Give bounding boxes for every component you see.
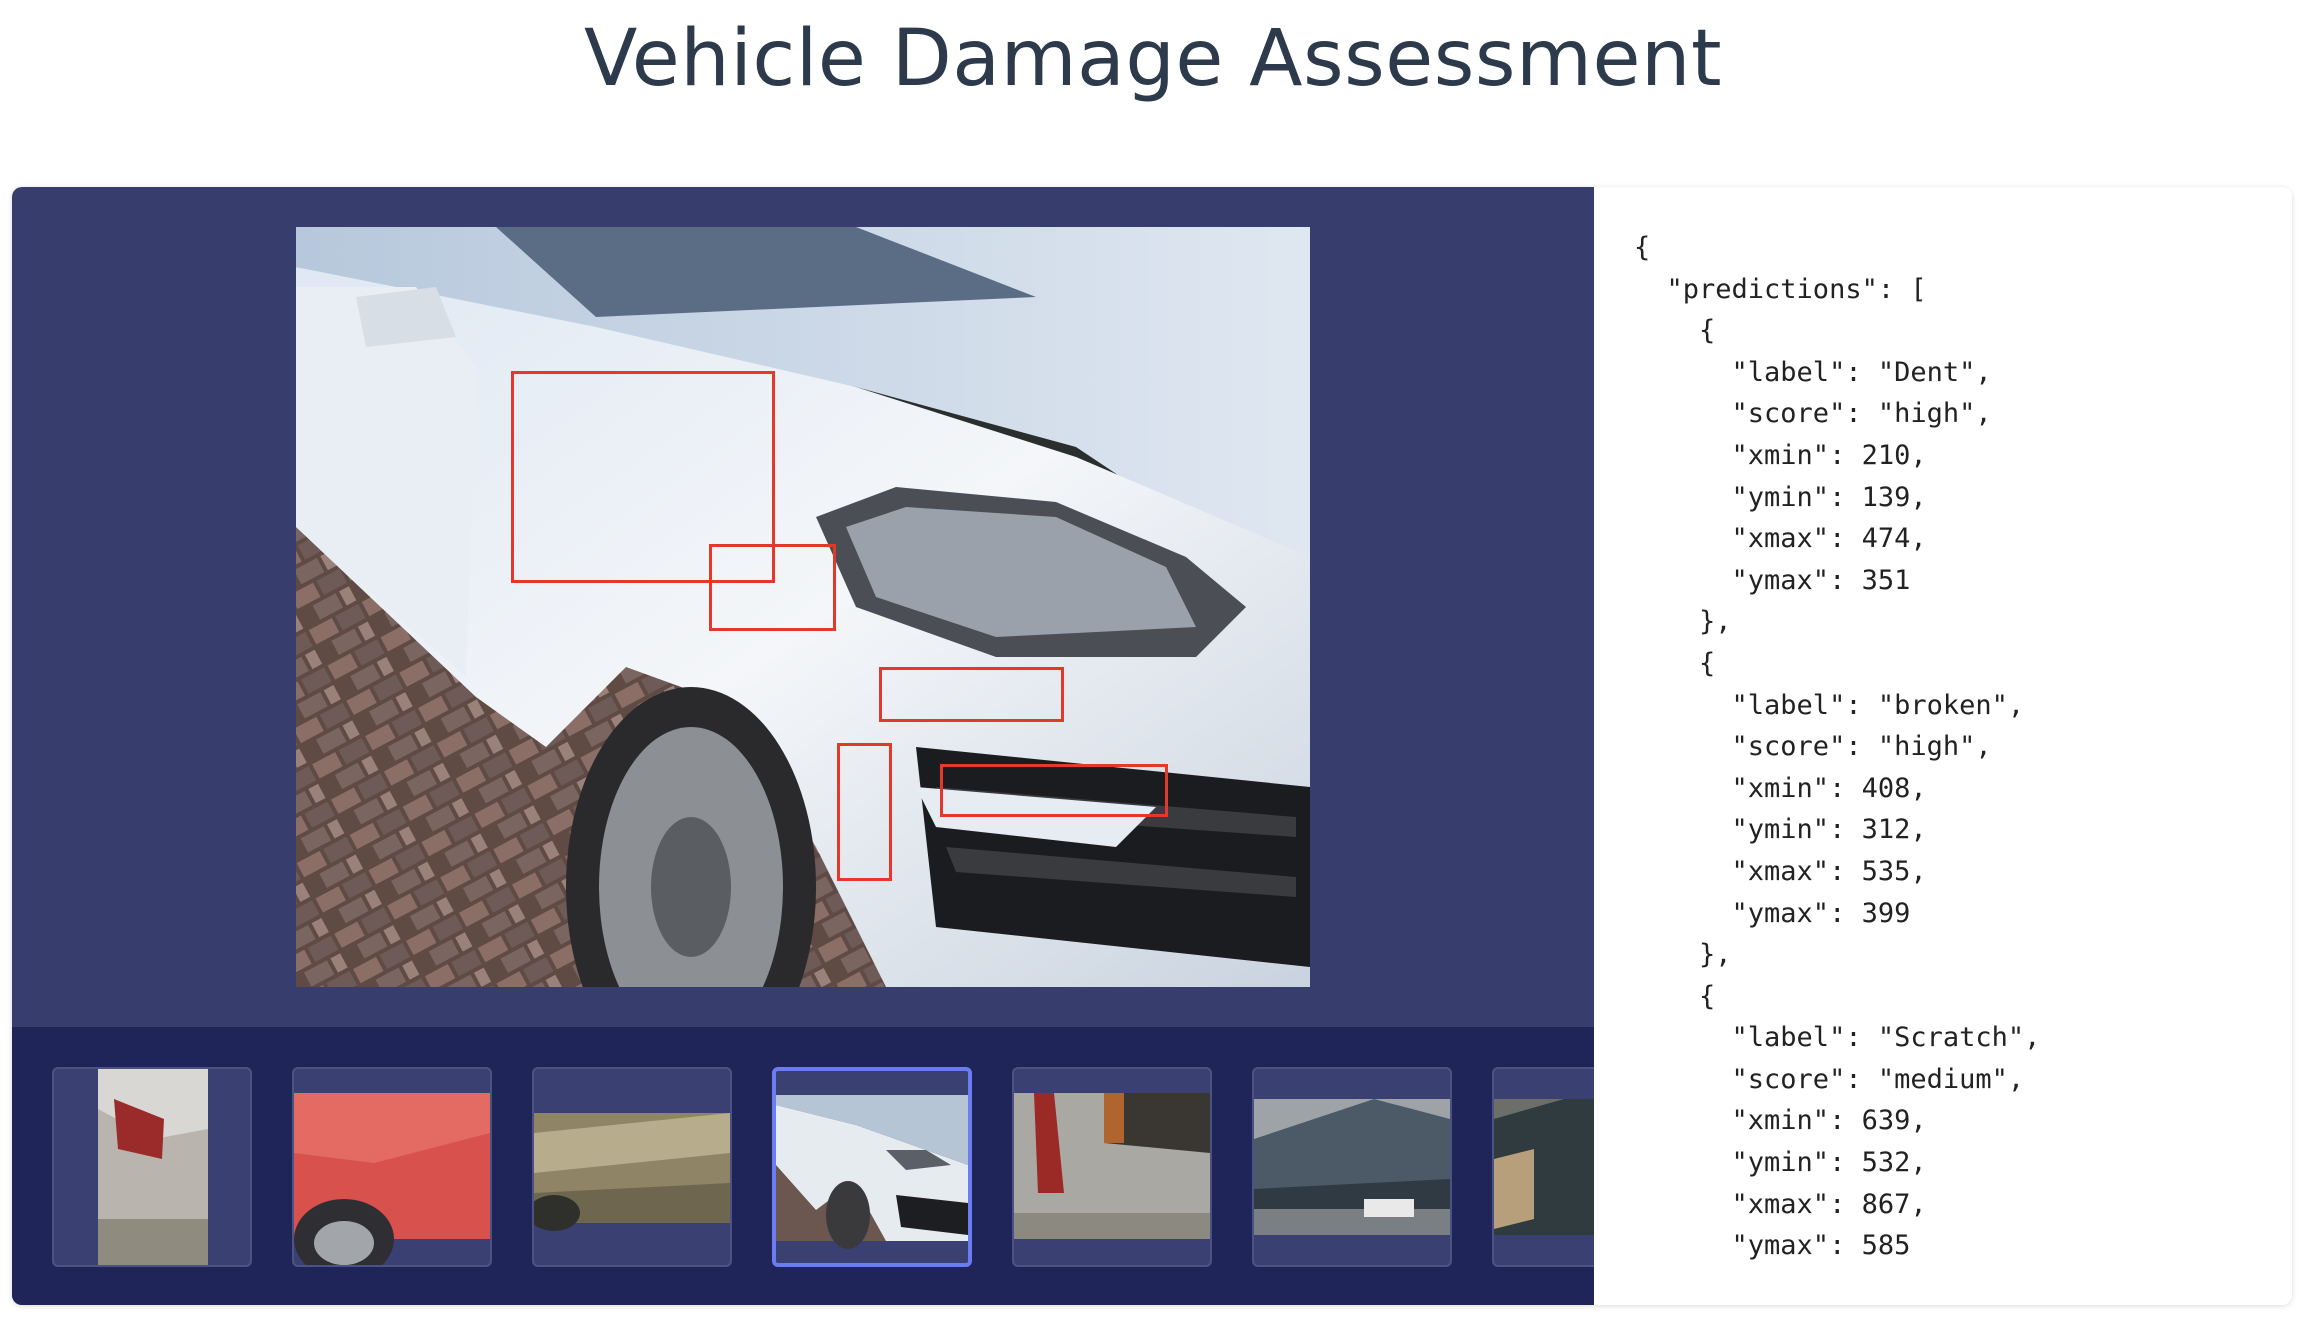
thumbnail-silver-rear[interactable]	[52, 1067, 252, 1267]
assessment-card: { "predictions": [ { "label": "Dent", "s…	[12, 187, 2292, 1305]
thumbnail-gold-side[interactable]	[532, 1067, 732, 1267]
thumbnail-white-golf[interactable]	[772, 1067, 972, 1267]
predictions-json-panel: { "predictions": [ { "label": "Dent", "s…	[1594, 187, 2292, 1305]
damage-photo	[296, 227, 1310, 987]
thumbnail-silver-taillight[interactable]	[1012, 1067, 1212, 1267]
page-title: Vehicle Damage Assessment	[583, 14, 1723, 104]
damage-box-scratch-1	[879, 667, 1064, 722]
damage-box-scratch-3	[837, 743, 892, 881]
thumbnail-strip	[12, 1027, 1692, 1305]
thumbnail-dark-hood[interactable]	[1252, 1067, 1452, 1267]
thumbnail-red-panel[interactable]	[292, 1067, 492, 1267]
damage-box-broken	[709, 544, 836, 631]
damage-box-scratch-2	[940, 764, 1168, 817]
image-viewer	[12, 187, 1692, 1305]
predictions-json: { "predictions": [ { "label": "Dent", "s…	[1634, 232, 2041, 1262]
